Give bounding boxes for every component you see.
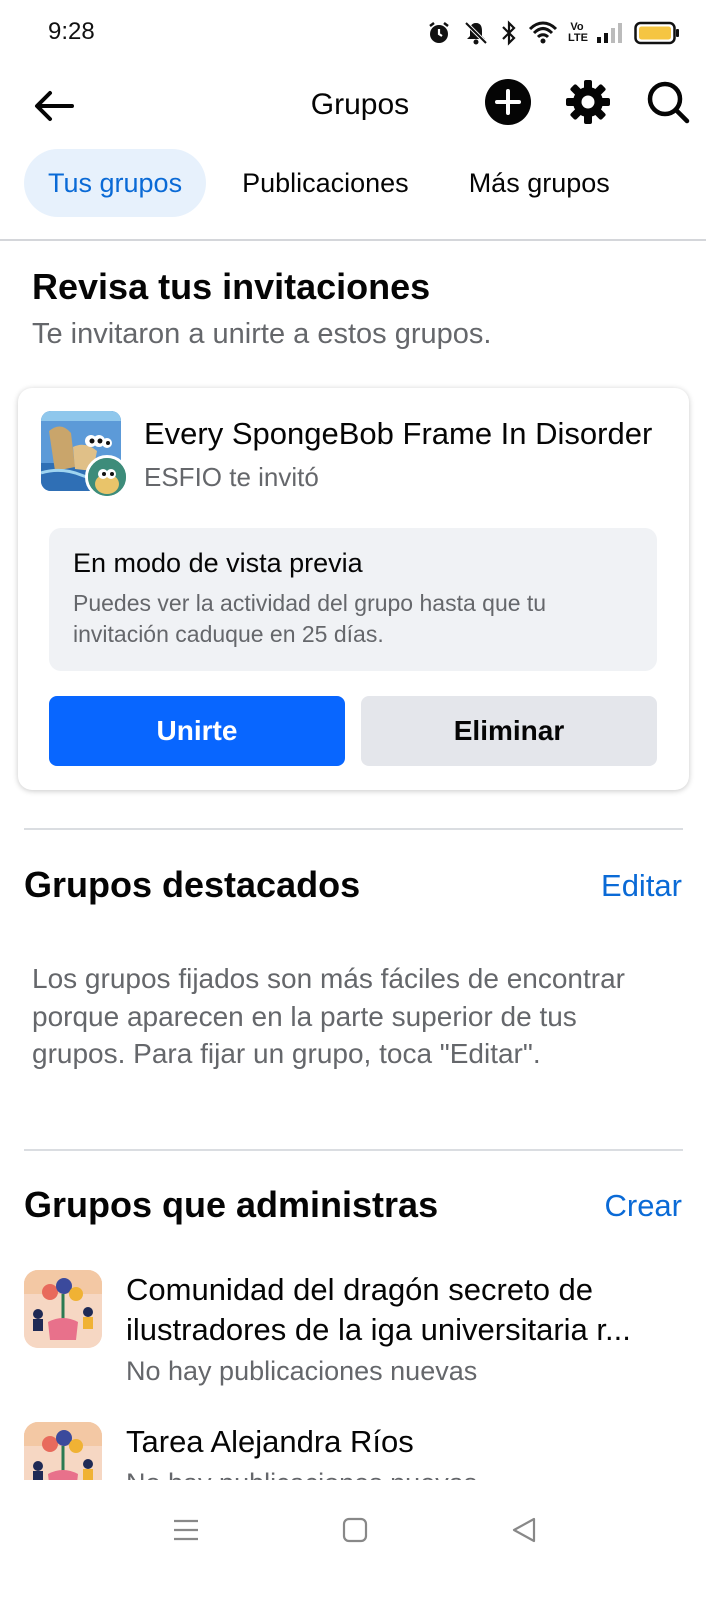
app-bar-actions — [484, 78, 692, 130]
volte-icon: Vo LTE — [568, 21, 588, 44]
invitation-card[interactable]: Every SpongeBob Frame In Disorder ESFIO … — [18, 388, 689, 790]
signal-icon — [596, 21, 624, 45]
edit-featured-link[interactable]: Editar — [601, 868, 682, 904]
featured-title: Grupos destacados — [24, 864, 361, 905]
invitations-heading: Revisa tus invitaciones — [32, 266, 431, 307]
status-bar: 9:28 Vo LTE — [0, 0, 720, 64]
invitations-subheading: Te invitaron a unirte a estos grupos. — [32, 318, 492, 350]
system-nav-bar — [0, 1480, 720, 1600]
inviter-avatar — [85, 455, 129, 499]
tab-mas-grupos[interactable]: Más grupos — [445, 149, 634, 217]
group-tabs: Tus grupos Publicaciones Más grupos — [24, 149, 696, 217]
back-triangle-icon — [511, 1516, 537, 1549]
group-name-line1: Comunidad del dragón secreto de — [126, 1272, 594, 1307]
plus-icon — [485, 78, 531, 130]
section-divider — [24, 828, 683, 830]
settings-button[interactable] — [564, 79, 612, 130]
preview-title: En modo de vista previa — [73, 548, 363, 578]
wifi-icon — [528, 20, 558, 46]
group-name-line2: ilustradores de la iga universitaria r..… — [126, 1312, 631, 1347]
tab-publicaciones[interactable]: Publicaciones — [218, 149, 433, 217]
status-icons: Vo LTE — [426, 16, 680, 50]
group-name-line1: Tarea Alejandra Ríos — [126, 1424, 414, 1459]
tabs-divider — [0, 239, 706, 241]
featured-description: Los grupos fijados son más fáciles de en… — [32, 963, 625, 1069]
group-name: Comunidad del dragón secreto de ilustrad… — [126, 1270, 681, 1350]
remove-button[interactable]: Eliminar — [361, 696, 657, 766]
bluetooth-icon — [500, 20, 518, 46]
battery-icon — [634, 21, 680, 45]
admin-groups-title: Grupos que administras — [24, 1184, 439, 1225]
mute-icon — [462, 19, 490, 47]
search-icon — [645, 79, 691, 130]
status-time: 9:28 — [48, 18, 95, 45]
home-button[interactable] — [325, 1502, 385, 1562]
admin-group-item[interactable]: Comunidad del dragón secreto de ilustrad… — [24, 1270, 684, 1390]
preview-text: Puedes ver la actividad del grupo hasta … — [73, 590, 547, 647]
group-avatar — [24, 1270, 102, 1348]
group-name: Tarea Alejandra Ríos — [126, 1422, 681, 1462]
system-back-button[interactable] — [494, 1502, 554, 1562]
create-button[interactable] — [484, 78, 532, 130]
home-square-icon — [342, 1517, 368, 1548]
join-button[interactable]: Unirte — [49, 696, 345, 766]
create-group-link[interactable]: Crear — [604, 1188, 682, 1224]
recent-apps-button[interactable] — [156, 1502, 216, 1562]
group-activity: No hay publicaciones nuevas — [126, 1356, 478, 1386]
search-button[interactable] — [644, 80, 692, 128]
invitation-group-name[interactable]: Every SpongeBob Frame In Disorder — [144, 416, 664, 452]
gear-icon — [565, 79, 611, 130]
invitation-inviter: ESFIO te invitó — [144, 462, 319, 492]
preview-mode-notice: En modo de vista previa Puedes ver la ac… — [49, 528, 657, 671]
tab-tus-grupos[interactable]: Tus grupos — [24, 149, 207, 217]
alarm-icon — [426, 20, 452, 46]
app-bar: Grupos — [0, 70, 720, 142]
menu-icon — [172, 1518, 200, 1547]
section-divider — [24, 1149, 683, 1151]
